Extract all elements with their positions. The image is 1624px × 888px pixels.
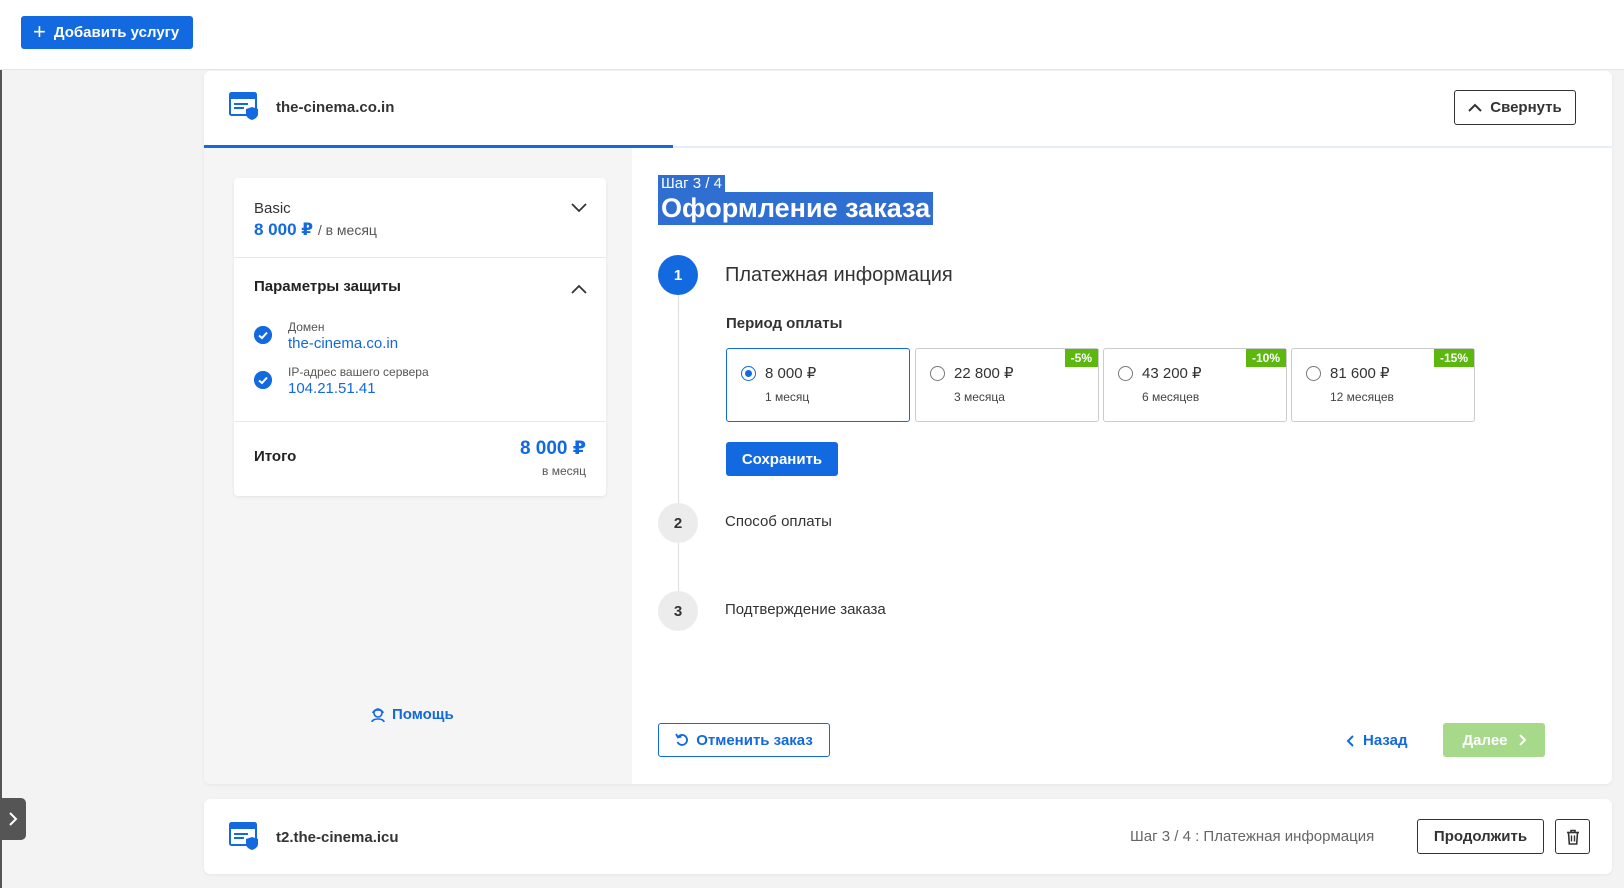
period-option-6-months[interactable]: 43 200 ₽ 6 месяцев -10% <box>1103 348 1287 422</box>
plan-price-per: / в месяц <box>317 222 377 238</box>
period-radio[interactable] <box>741 366 756 381</box>
add-service-button[interactable]: + Добавить услугу <box>21 16 194 49</box>
period-radio[interactable] <box>1118 366 1133 381</box>
sidebar-edge <box>0 70 2 888</box>
order-summary-pane: Basic 8 000 ₽ / в месяц Параметры защиты… <box>204 148 632 784</box>
total-block: Итого 8 000 ₽ в месяц <box>234 422 606 496</box>
step-connector <box>678 295 679 503</box>
period-duration: 6 месяцев <box>1142 390 1200 404</box>
period-option-3-months[interactable]: 22 800 ₽ 3 месяца -5% <box>915 348 1099 422</box>
total-per: в месяц <box>541 464 586 478</box>
plus-icon: + <box>33 18 46 44</box>
plan-price: 8 000 ₽ / в месяц <box>254 220 377 240</box>
chevron-down-icon[interactable] <box>570 198 588 216</box>
chevron-up-icon[interactable] <box>570 280 588 298</box>
chevron-up-icon <box>1468 103 1482 112</box>
service-shield-icon <box>229 92 258 120</box>
protection-params-block: Параметры защиты Домен the-cinema.co.in … <box>234 258 606 422</box>
chevron-left-icon <box>1347 734 1354 747</box>
support-agent-icon <box>371 707 385 722</box>
service-domain: the-cinema.co.in <box>276 99 395 116</box>
service-shield-icon <box>229 822 258 850</box>
period-duration: 1 месяц <box>765 390 810 404</box>
plan-name: Basic <box>254 200 291 217</box>
period-option-12-months[interactable]: 81 600 ₽ 12 месяцев -15% <box>1291 348 1475 422</box>
save-button[interactable]: Сохранить <box>726 442 838 476</box>
period-price: 8 000 ₽ <box>765 365 817 382</box>
param-value: 104.21.51.41 <box>288 380 376 397</box>
step-2-indicator: 2 <box>658 503 698 543</box>
plan-price-value: 8 000 ₽ <box>254 220 314 239</box>
period-duration: 3 месяца <box>954 390 1005 404</box>
period-radio[interactable] <box>930 366 945 381</box>
total-label: Итого <box>254 448 297 465</box>
help-label: Помощь <box>392 706 454 723</box>
help-link[interactable]: Помощь <box>370 706 454 723</box>
step-counter: Шаг 3 / 4 <box>658 175 725 192</box>
period-price: 43 200 ₽ <box>1142 365 1202 382</box>
service-status: Шаг 3 / 4 : Платежная информация <box>1130 828 1375 845</box>
discount-badge: -10% <box>1245 349 1286 367</box>
page-title: Оформление заказа <box>658 192 934 225</box>
next-label: Далее <box>1462 731 1508 749</box>
cancel-order-label: Отменить заказ <box>696 731 813 749</box>
period-radio[interactable] <box>1306 366 1321 381</box>
period-price: 22 800 ₽ <box>954 365 1014 382</box>
chevron-right-icon <box>1518 734 1526 746</box>
collapse-label: Свернуть <box>1490 99 1562 116</box>
step-connector <box>678 543 679 591</box>
collapse-button[interactable]: Свернуть <box>1454 90 1576 125</box>
next-button[interactable]: Далее <box>1443 723 1545 757</box>
param-label: IP-адрес вашего сервера <box>288 365 429 379</box>
step-3-title: Подтверждение заказа <box>725 601 886 618</box>
period-duration: 12 месяцев <box>1330 390 1394 404</box>
order-summary: Basic 8 000 ₽ / в месяц Параметры защиты… <box>234 178 606 496</box>
order-card-header: the-cinema.co.in Свернуть <box>204 71 1612 148</box>
payment-period-label: Период оплаты <box>726 315 843 332</box>
add-service-label: Добавить услугу <box>53 24 180 41</box>
service-domain: t2.the-cinema.icu <box>276 829 399 846</box>
trash-icon <box>1566 829 1579 845</box>
period-price: 81 600 ₽ <box>1330 365 1390 382</box>
delete-button[interactable] <box>1555 819 1590 854</box>
back-label: Назад <box>1363 732 1408 749</box>
second-service-card: t2.the-cinema.icu Шаг 3 / 4 : Платежная … <box>204 799 1612 874</box>
check-icon <box>254 371 272 389</box>
undo-icon <box>675 733 689 746</box>
step-1-indicator: 1 <box>658 255 698 295</box>
cancel-order-button[interactable]: Отменить заказ <box>658 723 830 757</box>
order-card: the-cinema.co.in Свернуть Basic 8 000 ₽ … <box>204 71 1612 784</box>
step-2-title: Способ оплаты <box>725 513 832 530</box>
top-bar: + Добавить услугу <box>0 0 1624 70</box>
discount-badge: -15% <box>1433 349 1474 367</box>
period-option-1-month[interactable]: 8 000 ₽ 1 месяц <box>726 348 910 422</box>
chevron-right-icon <box>9 812 18 826</box>
param-value: the-cinema.co.in <box>288 335 399 352</box>
step-3-indicator: 3 <box>658 591 698 631</box>
step-1-title: Платежная информация <box>725 264 953 286</box>
discount-badge: -5% <box>1064 349 1098 367</box>
check-icon <box>254 326 272 344</box>
total-price: 8 000 ₽ <box>519 438 586 459</box>
protection-params-title: Параметры защиты <box>254 278 401 295</box>
continue-button[interactable]: Продолжить <box>1417 819 1544 854</box>
sidebar-toggle[interactable] <box>0 798 26 840</box>
param-label: Домен <box>288 320 325 334</box>
back-button[interactable]: Назад <box>1347 732 1407 749</box>
plan-block[interactable]: Basic 8 000 ₽ / в месяц <box>234 178 606 258</box>
